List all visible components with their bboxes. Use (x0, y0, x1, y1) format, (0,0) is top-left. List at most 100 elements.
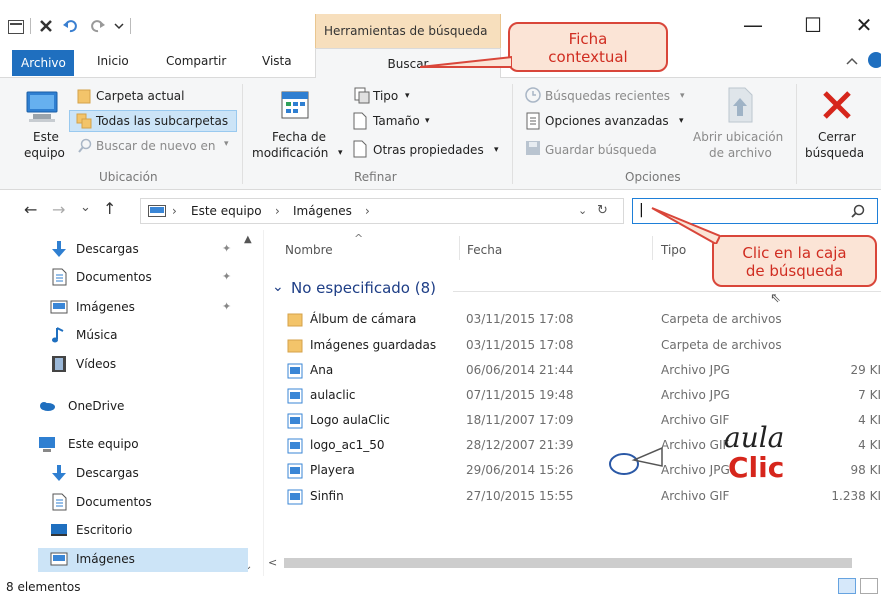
mouse-logo-icon (606, 440, 666, 480)
este-equipo-label-1[interactable]: Este (33, 130, 59, 144)
forward-button[interactable]: → (52, 200, 65, 219)
callout-ficha-pointer (420, 56, 512, 70)
contextual-tab-group-label: Herramientas de búsqueda (315, 14, 501, 48)
callout-clic-pointer (650, 206, 720, 244)
file-row[interactable]: aulaclic 07/11/2015 19:48 Archivo JPG 7 KI (287, 384, 881, 408)
computer-icon[interactable] (24, 88, 60, 124)
file-date: 06/06/2014 21:44 (466, 363, 574, 377)
close-button[interactable]: ✕ (847, 10, 881, 40)
address-dropdown-icon[interactable]: ⌄ (578, 204, 587, 217)
file-row[interactable]: Sinfin 27/10/2015 15:55 Archivo GIF 1.238 K… (287, 485, 881, 509)
tab-compartir[interactable]: Compartir (166, 54, 226, 68)
file-date: 29/06/2014 15:26 (466, 463, 574, 477)
column-tipo[interactable]: Tipo (661, 243, 686, 257)
customize-qa-chevron-icon[interactable] (114, 21, 124, 31)
breadcrumb-imagenes[interactable]: Imágenes (293, 204, 352, 218)
explorer-window-icon[interactable] (8, 20, 24, 34)
scroll-left-icon[interactable]: < (268, 556, 277, 569)
image-file-icon (287, 463, 303, 479)
open-file-location-icon[interactable] (722, 86, 758, 126)
search-icon[interactable] (851, 204, 865, 218)
pin-icon[interactable]: ✦ (222, 300, 231, 313)
redo-arrow-icon[interactable] (88, 17, 106, 35)
nav-item[interactable]: Vídeos (50, 353, 260, 377)
maximize-button[interactable]: ☐ (796, 10, 830, 40)
file-row[interactable]: Imágenes guardadas 03/11/2015 17:08 Carpet… (287, 334, 881, 358)
minimize-ribbon-chevron-icon[interactable] (846, 56, 858, 66)
nav-item[interactable]: Imágenes ✦ (50, 296, 260, 320)
breadcrumb-este-equipo[interactable]: Este equipo (191, 204, 262, 218)
dropdown-caret-icon: ▾ (494, 145, 499, 155)
details-view-icon[interactable] (838, 578, 856, 594)
tab-vista[interactable]: Vista (262, 54, 292, 68)
opciones-avanzadas-button[interactable]: Opciones avanzadas (545, 114, 669, 128)
nav-item[interactable]: Imágenes (38, 548, 248, 572)
cerrar-busqueda-label-1[interactable]: Cerrar (818, 130, 856, 144)
abrir-ubicacion-label-1[interactable]: Abrir ubicación (693, 130, 783, 144)
undo-arrow-icon[interactable] (62, 17, 80, 35)
column-nombre[interactable]: Nombre (285, 243, 333, 257)
minimize-button[interactable]: — (736, 10, 770, 40)
file-type: Archivo GIF (661, 489, 730, 503)
busquedas-recientes-button[interactable]: Búsquedas recientes (545, 89, 670, 103)
fecha-label-1[interactable]: Fecha de (272, 130, 326, 144)
pin-icon[interactable]: ✦ (222, 242, 231, 255)
cerrar-busqueda-label-2[interactable]: búsqueda (805, 146, 864, 160)
recent-locations-button[interactable]: ⌄ (80, 200, 91, 215)
file-row[interactable]: Ana 06/06/2014 21:44 Archivo JPG 29 KI (287, 359, 881, 383)
size-document-icon (352, 112, 368, 130)
carpeta-actual-button[interactable]: Carpeta actual (96, 89, 185, 103)
refresh-icon[interactable]: ↻ (597, 203, 608, 218)
group-collapse-chevron-icon[interactable]: ⌄ (272, 279, 284, 295)
nav-item[interactable]: Documentos ✦ (50, 266, 260, 290)
back-button[interactable]: ← (24, 200, 37, 219)
file-row[interactable]: Álbum de cámara 03/11/2015 17:08 Carpeta d… (287, 308, 881, 332)
group-label-ubicacion: Ubicación (99, 170, 158, 184)
este-equipo-label-2[interactable]: equipo (24, 146, 65, 160)
close-search-x-icon[interactable] (820, 88, 854, 122)
tipo-button[interactable]: Tipo (373, 89, 398, 103)
up-button[interactable]: ↑ (103, 199, 116, 218)
otras-propiedades-button[interactable]: Otras propiedades (373, 143, 484, 157)
tamano-button[interactable]: Tamaño (373, 114, 420, 128)
tab-archivo[interactable]: Archivo (12, 50, 74, 76)
nav-item[interactable]: Descargas ✦ (50, 238, 260, 262)
file-name: Imágenes guardadas (310, 338, 437, 352)
buscar-de-nuevo-button[interactable]: Buscar de nuevo en (96, 139, 215, 153)
nav-item-label: Música (76, 328, 118, 342)
nav-item[interactable]: Música (50, 324, 260, 348)
large-icons-view-icon[interactable] (860, 578, 878, 594)
ribbon-separator (242, 84, 243, 184)
desktop-icon (50, 521, 68, 539)
file-size: 7 KI (858, 388, 881, 402)
dropdown-caret-icon: ▾ (224, 139, 229, 149)
advanced-options-icon (526, 112, 540, 130)
nav-item[interactable]: Este equipo (38, 433, 248, 457)
computer-small-icon (148, 205, 166, 218)
video-icon (50, 355, 68, 373)
mouse-cursor-icon: ⇖ (770, 291, 781, 306)
abrir-ubicacion-label-2[interactable]: de archivo (709, 146, 772, 160)
guardar-busqueda-button[interactable]: Guardar búsqueda (545, 143, 657, 157)
calendar-icon[interactable] (277, 88, 313, 122)
nav-item[interactable]: Documentos (50, 491, 260, 515)
nav-item[interactable]: OneDrive (38, 395, 248, 419)
pin-icon[interactable]: ✦ (222, 270, 231, 283)
delete-x-icon[interactable] (38, 18, 54, 34)
horizontal-scrollbar-thumb[interactable] (284, 558, 852, 568)
fecha-label-2[interactable]: modificación (252, 146, 328, 160)
todas-subcarpetas-button[interactable]: Todas las subcarpetas (96, 114, 228, 128)
group-label-opciones: Opciones (625, 170, 681, 184)
nav-item[interactable]: Escritorio (50, 519, 260, 543)
file-row[interactable]: Playera 29/06/2014 15:26 Archivo JPG 98 KI (287, 459, 881, 483)
file-row[interactable]: Logo aulaClic 18/11/2007 17:09 Archivo GIF… (287, 409, 881, 433)
file-row[interactable]: logo_ac1_50 28/12/2007 21:39 Archivo GIF 4 … (287, 434, 881, 458)
group-header[interactable]: No especificado (8) (291, 279, 436, 297)
ribbon-separator (796, 84, 797, 184)
tab-inicio[interactable]: Inicio (97, 54, 129, 68)
nav-item[interactable]: Descargas (50, 462, 260, 486)
help-icon[interactable] (868, 52, 881, 68)
column-fecha[interactable]: Fecha (467, 243, 502, 257)
image-file-icon (287, 363, 303, 379)
pane-divider (263, 230, 264, 576)
